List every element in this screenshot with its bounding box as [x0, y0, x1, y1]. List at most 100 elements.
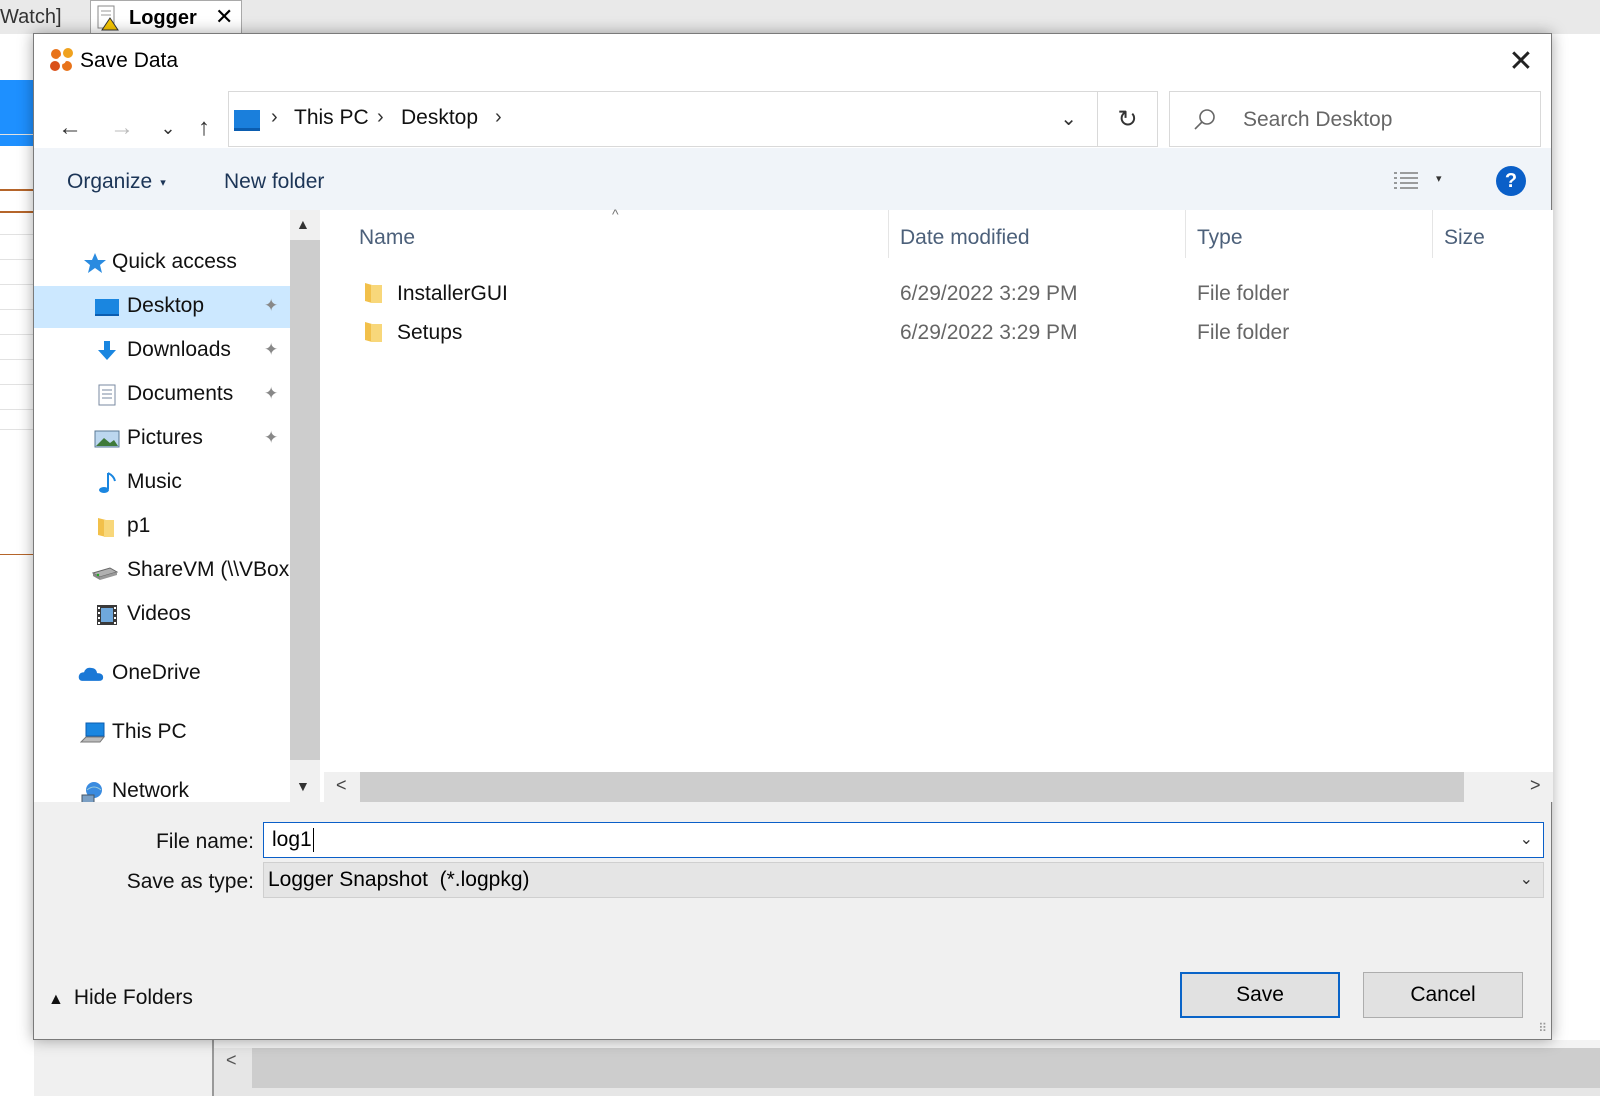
- file-list-horizontal-scrollbar[interactable]: < >: [324, 772, 1553, 802]
- sort-ascending-icon: ^: [612, 206, 619, 222]
- breadcrumb-chevron-icon[interactable]: ›: [377, 106, 384, 129]
- app-logo-icon: [50, 48, 73, 71]
- help-icon[interactable]: ?: [1496, 166, 1526, 196]
- scroll-left-icon[interactable]: <: [336, 775, 347, 796]
- tree-item-documents[interactable]: Documents ✦: [34, 374, 290, 416]
- tree-item-network[interactable]: Network: [34, 771, 290, 802]
- tree-item-quick-access[interactable]: Quick access: [34, 242, 290, 284]
- pictures-icon: [94, 430, 120, 448]
- tree-item-videos[interactable]: Videos: [34, 594, 290, 636]
- file-date: 6/29/2022 3:29 PM: [900, 321, 1078, 344]
- tree-item-p1[interactable]: p1: [34, 506, 290, 548]
- tree-scrollbar-thumb[interactable]: [290, 240, 320, 760]
- videos-icon: [97, 605, 117, 625]
- pin-icon[interactable]: ✦: [264, 296, 278, 316]
- tree-item-music[interactable]: Music: [34, 462, 290, 504]
- search-box[interactable]: Search Desktop: [1169, 91, 1541, 147]
- column-header-date-modified[interactable]: Date modified: [900, 226, 1030, 250]
- file-row[interactable]: InstallerGUI 6/29/2022 3:29 PM File fold…: [324, 274, 1553, 312]
- new-folder-button[interactable]: New folder: [224, 170, 324, 194]
- pin-icon[interactable]: ✦: [264, 340, 278, 360]
- logger-warning-icon: [97, 5, 119, 31]
- tree-item-label: OneDrive: [112, 661, 201, 684]
- pin-icon[interactable]: ✦: [264, 384, 278, 404]
- view-details-icon[interactable]: [1392, 170, 1420, 194]
- tree-item-label: Downloads: [127, 338, 231, 361]
- breadcrumb-chevron-icon[interactable]: ›: [495, 106, 502, 129]
- breadcrumb-chevron-icon[interactable]: ›: [271, 106, 278, 129]
- file-name-value: log1: [272, 828, 312, 851]
- search-input[interactable]: Search Desktop: [1243, 108, 1392, 132]
- breadcrumb-desktop[interactable]: Desktop: [401, 106, 478, 130]
- this-pc-icon: [234, 110, 260, 131]
- tree-scrollbar[interactable]: ▲ ▼: [290, 210, 320, 802]
- tree-item-label: Music: [127, 470, 182, 493]
- tree-item-label: This PC: [112, 720, 187, 743]
- tree-item-pictures[interactable]: Pictures ✦: [34, 418, 290, 460]
- back-arrow-icon[interactable]: ←: [52, 110, 88, 146]
- tree-item-label: Pictures: [127, 426, 203, 449]
- file-type: File folder: [1197, 321, 1290, 344]
- hide-folders-button[interactable]: ▲ Hide Folders: [48, 986, 193, 1010]
- file-list: ^ Name Date modified Type Size Installer…: [324, 206, 1553, 802]
- tree-item-label: Network: [112, 779, 190, 802]
- downloads-icon: [98, 341, 116, 360]
- forward-arrow-icon[interactable]: →: [104, 110, 140, 146]
- save-as-type-dropdown-icon[interactable]: ⌄: [1520, 869, 1533, 889]
- refresh-icon[interactable]: ↻: [1098, 91, 1158, 147]
- scroll-up-icon[interactable]: ▲: [296, 216, 310, 232]
- tree-item-downloads[interactable]: Downloads ✦: [34, 330, 290, 372]
- close-icon[interactable]: ✕: [1491, 34, 1551, 88]
- horizontal-scrollbar-thumb[interactable]: [360, 772, 1464, 802]
- file-name: InstallerGUI: [397, 282, 508, 305]
- command-toolbar: Organize ▾ New folder ▾ ?: [34, 148, 1551, 210]
- background-tabstrip: Watch] Logger ✕: [0, 0, 1600, 35]
- tree-item-label: Videos: [127, 602, 191, 625]
- scroll-down-icon[interactable]: ▼: [296, 778, 310, 794]
- file-name-input[interactable]: log1 ⌄: [263, 822, 1544, 858]
- tree-item-label: ShareVM (\\VBox: [127, 558, 290, 581]
- organize-button[interactable]: Organize ▾: [67, 170, 166, 194]
- column-header-size[interactable]: Size: [1444, 226, 1485, 250]
- background-tab-watch[interactable]: Watch]: [0, 6, 62, 29]
- address-bar[interactable]: › This PC › Desktop › ⌄: [228, 91, 1098, 147]
- scroll-right-icon[interactable]: >: [1530, 775, 1541, 796]
- cancel-button[interactable]: Cancel: [1363, 972, 1523, 1018]
- view-options-caret-icon[interactable]: ▾: [1436, 172, 1442, 185]
- background-bottom-scrollbar: <: [212, 1040, 1600, 1096]
- pin-icon[interactable]: ✦: [264, 428, 278, 448]
- computer-icon: [80, 722, 106, 743]
- desktop-icon: [95, 299, 119, 316]
- tree-item-desktop[interactable]: Desktop ✦: [34, 286, 290, 328]
- save-as-type-select[interactable]: Logger Snapshot (*.logpkg) ⌄: [263, 862, 1544, 898]
- text-cursor: [312, 828, 314, 853]
- background-right-panel: [1552, 34, 1600, 1096]
- documents-icon: [98, 384, 116, 406]
- file-type: File folder: [1197, 282, 1290, 305]
- quick-access-star-icon: [84, 253, 106, 273]
- tree-item-label: Desktop: [127, 294, 205, 317]
- network-drive-icon: [92, 567, 118, 580]
- column-header-type[interactable]: Type: [1197, 226, 1243, 250]
- file-name-label: File name:: [155, 830, 254, 853]
- recent-locations-chevron-icon[interactable]: ⌄: [150, 110, 186, 146]
- folder-icon: [365, 283, 382, 303]
- tree-item-onedrive[interactable]: OneDrive: [34, 653, 290, 695]
- background-tab-logger[interactable]: Logger ✕: [90, 0, 242, 34]
- logger-tab-close-icon[interactable]: ✕: [215, 4, 233, 30]
- save-button[interactable]: Save: [1180, 972, 1340, 1018]
- background-scroll-left-icon[interactable]: <: [226, 1050, 237, 1071]
- file-name-dropdown-icon[interactable]: ⌄: [1520, 829, 1533, 849]
- save-data-dialog: Save Data ✕ ← → ⌄ ↑ › This PC › Desktop …: [33, 33, 1553, 1040]
- up-arrow-icon[interactable]: ↑: [186, 110, 222, 146]
- address-dropdown-icon[interactable]: ⌄: [1060, 106, 1077, 131]
- resize-grip-icon[interactable]: ⠿: [1538, 1021, 1547, 1035]
- tree-item-sharevm[interactable]: ShareVM (\\VBox: [34, 550, 290, 592]
- folder-icon: [98, 518, 114, 537]
- tree-item-this-pc[interactable]: This PC: [34, 712, 290, 754]
- file-date: 6/29/2022 3:29 PM: [900, 282, 1078, 305]
- dialog-titlebar[interactable]: Save Data ✕: [34, 34, 1551, 90]
- breadcrumb-this-pc[interactable]: This PC: [294, 106, 369, 130]
- file-row[interactable]: Setups 6/29/2022 3:29 PM File folder: [324, 313, 1553, 351]
- column-header-name[interactable]: Name: [359, 226, 415, 250]
